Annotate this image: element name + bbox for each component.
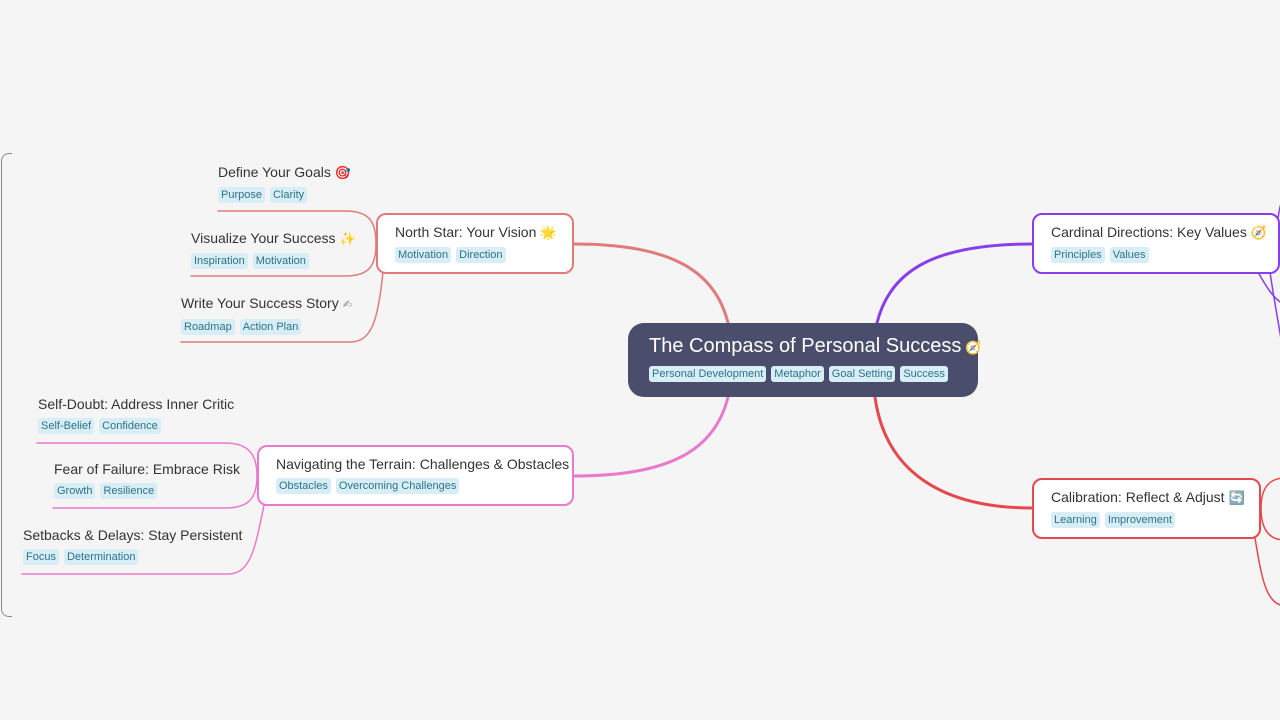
tag[interactable]: Growth [54, 483, 96, 499]
leaf-node-self-doubt[interactable]: Self-Doubt: Address Inner Critic Self-Be… [38, 395, 234, 434]
connector-calibration-child-2 [1260, 507, 1280, 541]
tag[interactable]: Metaphor [771, 366, 824, 382]
tag[interactable]: Self-Belief [38, 418, 95, 434]
compass-icon: 🧭 [1250, 225, 1268, 240]
tag[interactable]: Obstacles [276, 478, 331, 494]
target-icon: 🎯 [334, 165, 352, 180]
writing-hand-icon: ✍ [342, 299, 352, 311]
mindmap-canvas[interactable]: The Compass of Personal Success 🧭 Persona… [0, 0, 1280, 720]
connector-calibration-child-3 [1254, 537, 1280, 606]
tag[interactable]: Motivation [252, 253, 309, 269]
tag[interactable]: Action Plan [239, 319, 302, 335]
tag[interactable]: Clarity [269, 187, 308, 203]
root-node[interactable]: The Compass of Personal Success 🧭 Persona… [628, 323, 982, 397]
tag[interactable]: Roadmap [181, 319, 235, 335]
leaf-title: Fear of Failure: Embrace Risk [54, 461, 240, 477]
branch-node-terrain[interactable]: Navigating the Terrain: Challenges & Obs… [257, 445, 574, 506]
tag[interactable]: Motivation [395, 247, 452, 263]
root-tags: Personal Development Metaphor Goal Setti… [649, 366, 978, 382]
tag[interactable]: Determination [63, 549, 139, 565]
leaf-node-visualize-success[interactable]: Visualize Your Success ✨ Inspiration Moti… [191, 229, 356, 269]
sparkles-icon: ✨ [339, 231, 356, 246]
tag[interactable]: Goal Setting [828, 366, 896, 382]
leaf-node-define-goals[interactable]: Define Your Goals 🎯 Purpose Clarity [218, 163, 351, 203]
branch-node-cardinal-directions[interactable]: Cardinal Directions: Key Values 🧭 Princip… [1032, 213, 1280, 274]
glowing-star-icon: 🌟 [540, 225, 557, 240]
tag[interactable]: Inspiration [191, 253, 248, 269]
tag[interactable]: Resilience [100, 483, 158, 499]
tag[interactable]: Learning [1051, 512, 1100, 528]
leaf-title: Define Your Goals [218, 164, 331, 180]
leaf-node-fear-of-failure[interactable]: Fear of Failure: Embrace Risk Growth Res… [54, 460, 240, 499]
branch-title: Calibration: Reflect & Adjust [1051, 489, 1225, 505]
connector-cardinal-child-3 [1257, 271, 1280, 303]
leaf-title: Visualize Your Success [191, 230, 336, 246]
connector-root-calibration [873, 395, 1034, 510]
root-title: The Compass of Personal Success 🧭 [649, 333, 982, 361]
tag[interactable]: Personal Development [649, 366, 767, 382]
connector-root-cardinal [875, 242, 1034, 325]
tag[interactable]: Improvement [1104, 512, 1176, 528]
tag[interactable]: Principles [1051, 247, 1105, 263]
tag[interactable]: Confidence [99, 418, 161, 434]
branch-node-north-star[interactable]: North Star: Your Vision 🌟 Motivation Dire… [376, 213, 574, 274]
connector-root-terrain [572, 395, 730, 478]
summary-bracket [1, 153, 12, 617]
tag[interactable]: Overcoming Challenges [335, 478, 460, 494]
branch-node-calibration[interactable]: Calibration: Reflect & Adjust 🔄 Learning … [1032, 478, 1261, 539]
branch-title: Navigating the Terrain: Challenges & Obs… [276, 456, 570, 472]
refresh-arrows-icon: 🔄 [1228, 490, 1245, 505]
connector-cardinal-child-2 [1269, 271, 1280, 338]
tag[interactable]: Values [1109, 247, 1149, 263]
tag[interactable]: Success [900, 366, 948, 382]
leaf-title: Setbacks & Delays: Stay Persistent [23, 527, 243, 543]
tag[interactable]: Purpose [218, 187, 265, 203]
leaf-node-write-story[interactable]: Write Your Success Story ✍ Roadmap Action… [181, 294, 352, 335]
connector-root-north-star [572, 242, 730, 325]
connector-calibration-child-1 [1260, 477, 1280, 509]
root-title-text: The Compass of Personal Success [649, 335, 962, 357]
leaf-title: Write Your Success Story [181, 295, 339, 311]
leaf-title: Self-Doubt: Address Inner Critic [38, 396, 235, 412]
tag[interactable]: Direction [456, 247, 506, 263]
compass-icon: 🧭 [965, 340, 982, 355]
branch-title: Cardinal Directions: Key Values [1051, 224, 1247, 240]
tag[interactable]: Focus [23, 549, 59, 565]
leaf-node-setbacks[interactable]: Setbacks & Delays: Stay Persistent Focus… [23, 526, 242, 565]
branch-title: North Star: Your Vision [395, 224, 537, 240]
